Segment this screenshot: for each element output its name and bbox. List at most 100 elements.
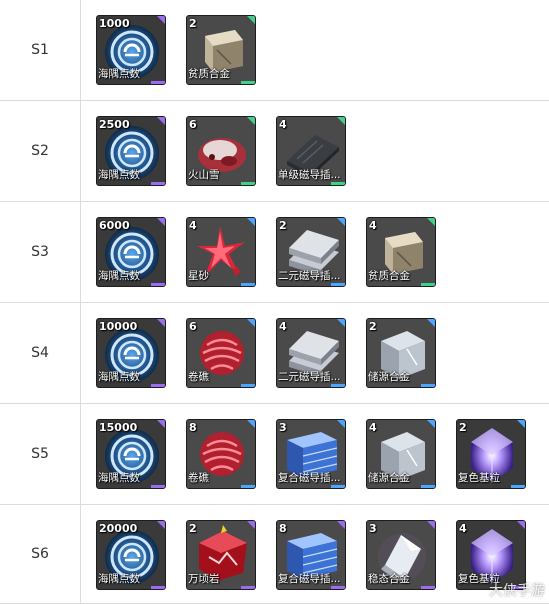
item-name: 储源合金 [368, 371, 410, 383]
item-name: 火山雪 [188, 169, 220, 181]
item-count: 2 [459, 421, 467, 434]
item-count: 4 [459, 522, 467, 535]
item-count: 2 [189, 522, 197, 535]
reward-item[interactable]: 4 储源合金 [366, 419, 436, 489]
rarity-bar [151, 485, 165, 488]
rarity-corner-icon [247, 420, 255, 428]
reward-item[interactable]: 6000 海隅点数 [96, 217, 166, 287]
reward-item[interactable]: 4 二元磁导插... [276, 318, 346, 388]
item-name: 稳态合金 [368, 573, 410, 585]
item-name: 二元磁导插... [278, 371, 341, 383]
rarity-corner-icon [157, 16, 165, 24]
item-count: 2 [279, 219, 287, 232]
item-count: 1000 [99, 17, 130, 30]
rarity-bar [421, 485, 435, 488]
item-count: 3 [279, 421, 287, 434]
item-name: 海隅点数 [98, 573, 140, 585]
rarity-corner-icon [247, 521, 255, 529]
rarity-bar [151, 81, 165, 84]
rarity-bar [241, 182, 255, 185]
rarity-bar [511, 485, 525, 488]
reward-item[interactable]: 2 复色基粒 [456, 419, 526, 489]
reward-item[interactable]: 6 卷礁 [186, 318, 256, 388]
reward-item[interactable]: 2 贫质合金 [186, 15, 256, 85]
item-count: 8 [189, 421, 197, 434]
item-count: 2500 [99, 118, 130, 131]
item-name: 储源合金 [368, 472, 410, 484]
rarity-bar [421, 283, 435, 286]
item-count: 2 [189, 17, 197, 30]
reward-item[interactable]: 2500 海隅点数 [96, 116, 166, 186]
reward-row-s6: S6 20000 海隅点数 2 万顷岩 8 复合磁导插... 3 稳态合金 4 … [0, 505, 549, 604]
rarity-corner-icon [157, 521, 165, 529]
rarity-bar [241, 283, 255, 286]
item-count: 4 [189, 219, 197, 232]
rarity-bar [331, 182, 345, 185]
item-count: 10000 [99, 320, 138, 333]
reward-item[interactable]: 20000 海隅点数 [96, 520, 166, 590]
reward-item[interactable]: 3 稳态合金 [366, 520, 436, 590]
item-name: 贫质合金 [188, 68, 230, 80]
reward-item[interactable]: 8 复合磁导插... [276, 520, 346, 590]
item-name: 万顷岩 [188, 573, 220, 585]
reward-item[interactable]: 8 卷礁 [186, 419, 256, 489]
rarity-corner-icon [337, 117, 345, 125]
item-name: 贫质合金 [368, 270, 410, 282]
reward-item[interactable]: 10000 海隅点数 [96, 318, 166, 388]
item-name: 海隅点数 [98, 371, 140, 383]
item-count: 6 [189, 320, 197, 333]
rarity-corner-icon [337, 218, 345, 226]
rarity-corner-icon [157, 218, 165, 226]
reward-row-s4: S4 10000 海隅点数 6 卷礁 4 二元磁导插... 2 储源合金 [0, 303, 549, 404]
item-count: 3 [369, 522, 377, 535]
rarity-bar [331, 384, 345, 387]
item-count: 4 [369, 421, 377, 434]
item-count: 6 [189, 118, 197, 131]
rarity-corner-icon [157, 117, 165, 125]
rarity-bar [331, 283, 345, 286]
reward-item[interactable]: 15000 海隅点数 [96, 419, 166, 489]
item-name: 海隅点数 [98, 270, 140, 282]
reward-row-s3: S3 6000 海隅点数 4 星砂 2二元磁导插... 4 贫质合金 [0, 202, 549, 303]
rarity-bar [241, 384, 255, 387]
item-name: 星砂 [188, 270, 209, 282]
item-count: 2 [369, 320, 377, 333]
row-label: S4 [31, 345, 49, 361]
item-name: 卷礁 [188, 371, 209, 383]
rarity-corner-icon [427, 420, 435, 428]
item-name: 海隅点数 [98, 169, 140, 181]
reward-item[interactable]: 6 火山雪 [186, 116, 256, 186]
item-name: 复色基粒 [458, 472, 500, 484]
reward-item[interactable]: 2 二元磁导插... [276, 217, 346, 287]
rarity-corner-icon [157, 319, 165, 327]
rarity-bar [151, 182, 165, 185]
reward-item[interactable]: 4 单级磁导插... [276, 116, 346, 186]
item-count: 8 [279, 522, 287, 535]
reward-item[interactable]: 3 复合磁导插... [276, 419, 346, 489]
reward-item[interactable]: 2 万顷岩 [186, 520, 256, 590]
rarity-corner-icon [427, 218, 435, 226]
rarity-corner-icon [427, 319, 435, 327]
watermark-text: 大侠手游 [489, 583, 545, 599]
rarity-bar [151, 283, 165, 286]
reward-item[interactable]: 4 星砂 [186, 217, 256, 287]
rarity-bar [421, 384, 435, 387]
rarity-corner-icon [247, 16, 255, 24]
row-label: S2 [31, 143, 49, 159]
rarity-bar [241, 485, 255, 488]
row-label: S1 [31, 42, 49, 58]
reward-item[interactable]: 4 贫质合金 [366, 217, 436, 287]
rarity-bar [331, 586, 345, 589]
item-name: 单级磁导插... [278, 169, 341, 181]
reward-item[interactable]: 1000 海隅点数 [96, 15, 166, 85]
row-label: S6 [31, 546, 49, 562]
rarity-corner-icon [337, 319, 345, 327]
rarity-corner-icon [247, 117, 255, 125]
item-name: 海隅点数 [98, 472, 140, 484]
reward-item[interactable]: 2 储源合金 [366, 318, 436, 388]
rarity-bar [241, 586, 255, 589]
reward-row-s5: S5 15000 海隅点数 8 卷礁 3 复合磁导插... 4 储源合金 2 复… [0, 404, 549, 505]
row-label: S3 [31, 244, 49, 260]
rarity-bar [151, 586, 165, 589]
rewards-table: S1 1000 海隅点数 2 贫质合金 S2 2500 海隅点数 6 火山雪 4… [0, 0, 549, 604]
